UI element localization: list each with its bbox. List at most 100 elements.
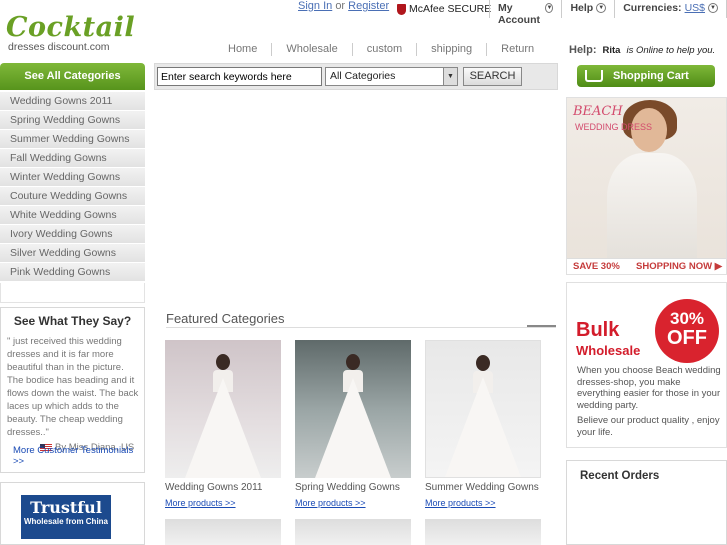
gown-skirt	[445, 377, 521, 477]
product-image[interactable]	[425, 340, 541, 478]
search-button[interactable]: SEARCH	[463, 67, 522, 86]
see-all-categories-button[interactable]: See All Categories	[0, 63, 145, 90]
chevron-down-icon: ▼	[443, 68, 457, 85]
help-label: Help:	[569, 44, 597, 56]
more-products-link[interactable]: More products >>	[425, 498, 541, 508]
more-products-link[interactable]: More products >>	[165, 498, 281, 508]
discount-badge: 30% OFF	[655, 299, 719, 363]
live-help[interactable]: Help: Rita is Online to help you.	[569, 44, 715, 56]
sidebar-item-winter[interactable]: Winter Wedding Gowns	[0, 168, 145, 187]
discount-off: OFF	[667, 327, 707, 349]
cart-icon	[585, 70, 603, 82]
nav-home[interactable]: Home	[214, 43, 273, 56]
mcafee-badge[interactable]: McAfee SECURE	[397, 3, 491, 15]
chevron-down-icon: ▼	[708, 3, 718, 13]
model-gown	[607, 153, 697, 263]
product-image-partial[interactable]	[295, 519, 411, 545]
featured-card-summer-wedding-gowns: Summer Wedding Gowns More products >>	[425, 340, 541, 508]
help-status: is Online to help you.	[626, 44, 716, 56]
currency-label: Currencies:	[623, 2, 682, 14]
bulk-wholesale-banner[interactable]: Bulk Wholesale 30% OFF When you choose B…	[566, 282, 727, 448]
category-sidebar: Wedding Gowns 2011 Spring Wedding Gowns …	[0, 92, 145, 282]
featured-name[interactable]: Summer Wedding Gowns	[425, 482, 541, 493]
trust-badge-box: Trustful Wholesale from China	[0, 482, 145, 545]
beach-banner-title: BEACH	[573, 104, 623, 119]
category-select[interactable]: All Categories ▼	[325, 67, 458, 86]
help-menu-label: Help	[570, 2, 594, 14]
testimonial-quote: " just received this wedding dresses and…	[7, 336, 139, 438]
featured-card-spring-wedding-gowns: Spring Wedding Gowns More products >>	[295, 340, 411, 508]
nav-wholesale[interactable]: Wholesale	[272, 43, 353, 56]
model-head	[476, 355, 490, 371]
category-select-value: All Categories	[330, 70, 396, 82]
help-menu[interactable]: Help ▼	[562, 0, 616, 18]
help-agent-name: Rita	[602, 44, 621, 56]
featured-categories-title: Featured Categories	[166, 311, 285, 326]
auth-links: Sign In or Register	[298, 0, 389, 12]
model-head	[346, 354, 360, 370]
featured-name[interactable]: Spring Wedding Gowns	[295, 482, 411, 493]
beach-banner-bar: SAVE 30% SHOPPING NOW ▶	[567, 258, 726, 274]
chevron-down-icon: ▼	[596, 3, 607, 13]
trustful-subtitle: Wholesale from China	[23, 517, 108, 526]
logo-domain: dresses discount.com	[8, 41, 110, 53]
beach-wedding-banner[interactable]: BEACH WEDDING DRESS SAVE 30% SHOPPING NO…	[566, 97, 727, 275]
product-image[interactable]	[165, 340, 281, 478]
bulk-tagline: Believe our product quality , enjoy your…	[577, 415, 720, 438]
register-link[interactable]: Register	[348, 0, 389, 12]
logo-title: Cocktail	[6, 12, 136, 43]
search-input[interactable]	[157, 67, 322, 86]
sidebar-item-summer[interactable]: Summer Wedding Gowns	[0, 130, 145, 149]
gown-skirt	[315, 378, 391, 478]
more-testimonials-link[interactable]: More Customer Testimonials >>	[13, 445, 144, 467]
gown-skirt	[185, 378, 261, 478]
trustful-title: Trustful	[30, 498, 102, 517]
featured-name[interactable]: Wedding Gowns 2011	[165, 482, 281, 493]
main-nav: Home Wholesale custom shipping Return	[214, 43, 548, 56]
top-menu: My Account ▼ Help ▼ Currencies: US$ ▼	[489, 0, 727, 26]
nav-shipping[interactable]: shipping	[417, 43, 488, 56]
product-image-partial[interactable]	[165, 519, 281, 545]
search-bar: All Categories ▼ SEARCH	[154, 63, 558, 90]
sign-in-link[interactable]: Sign In	[298, 0, 332, 12]
more-products-link[interactable]: More products >>	[295, 498, 411, 508]
sidebar-item-white[interactable]: White Wedding Gowns	[0, 206, 145, 225]
save-percent-label: SAVE 30%	[573, 261, 620, 272]
currency-value: US$	[684, 2, 705, 14]
sidebar-item-spring[interactable]: Spring Wedding Gowns	[0, 111, 145, 130]
my-account-label: My Account	[498, 2, 540, 26]
sidebar-item-couture[interactable]: Couture Wedding Gowns	[0, 187, 145, 206]
shopping-cart-button[interactable]: Shopping Cart	[577, 65, 715, 87]
currency-menu[interactable]: Currencies: US$ ▼	[615, 0, 727, 18]
bulk-subtitle: Wholesale	[576, 343, 641, 358]
shopping-cart-label: Shopping Cart	[613, 70, 689, 82]
recent-orders-box: Recent Orders	[566, 460, 727, 545]
sidebar-item-ivory[interactable]: Ivory Wedding Gowns	[0, 225, 145, 244]
product-image[interactable]	[295, 340, 411, 478]
sidebar-item-pink[interactable]: Pink Wedding Gowns	[0, 263, 145, 282]
featured-card-wedding-gowns-2011: Wedding Gowns 2011 More products >>	[165, 340, 281, 508]
discount-percent: 30%	[669, 309, 705, 328]
chevron-down-icon: ▼	[545, 3, 554, 13]
bulk-title: Bulk	[576, 319, 620, 341]
recent-orders-title: Recent Orders	[580, 470, 660, 482]
testimonial-title: See What They Say?	[13, 314, 132, 328]
featured-divider	[166, 327, 556, 328]
sidebar-item-silver[interactable]: Silver Wedding Gowns	[0, 244, 145, 263]
bulk-description: When you choose Beach wedding dresses-sh…	[577, 365, 721, 411]
sidebar-item-wedding-gowns-2011[interactable]: Wedding Gowns 2011	[0, 92, 145, 111]
product-image-partial[interactable]	[425, 519, 541, 545]
trustful-badge[interactable]: Trustful Wholesale from China	[21, 495, 111, 539]
nav-custom[interactable]: custom	[353, 43, 418, 56]
site-logo[interactable]: Cocktail dresses discount.com	[6, 12, 136, 54]
sidebar-item-fall[interactable]: Fall Wedding Gowns	[0, 149, 145, 168]
mcafee-label: McAfee SECURE	[409, 3, 492, 15]
nav-return[interactable]: Return	[487, 43, 548, 56]
mcafee-shield-icon	[397, 3, 406, 15]
auth-or-text: or	[335, 0, 346, 12]
my-account-menu[interactable]: My Account ▼	[490, 0, 563, 26]
testimonial-box: See What They Say? " just received this …	[0, 307, 145, 473]
shopping-now-link[interactable]: SHOPPING NOW ▶	[636, 261, 722, 272]
beach-banner-subtitle: WEDDING DRESS	[575, 122, 653, 132]
featured-divider-accent	[527, 325, 556, 327]
